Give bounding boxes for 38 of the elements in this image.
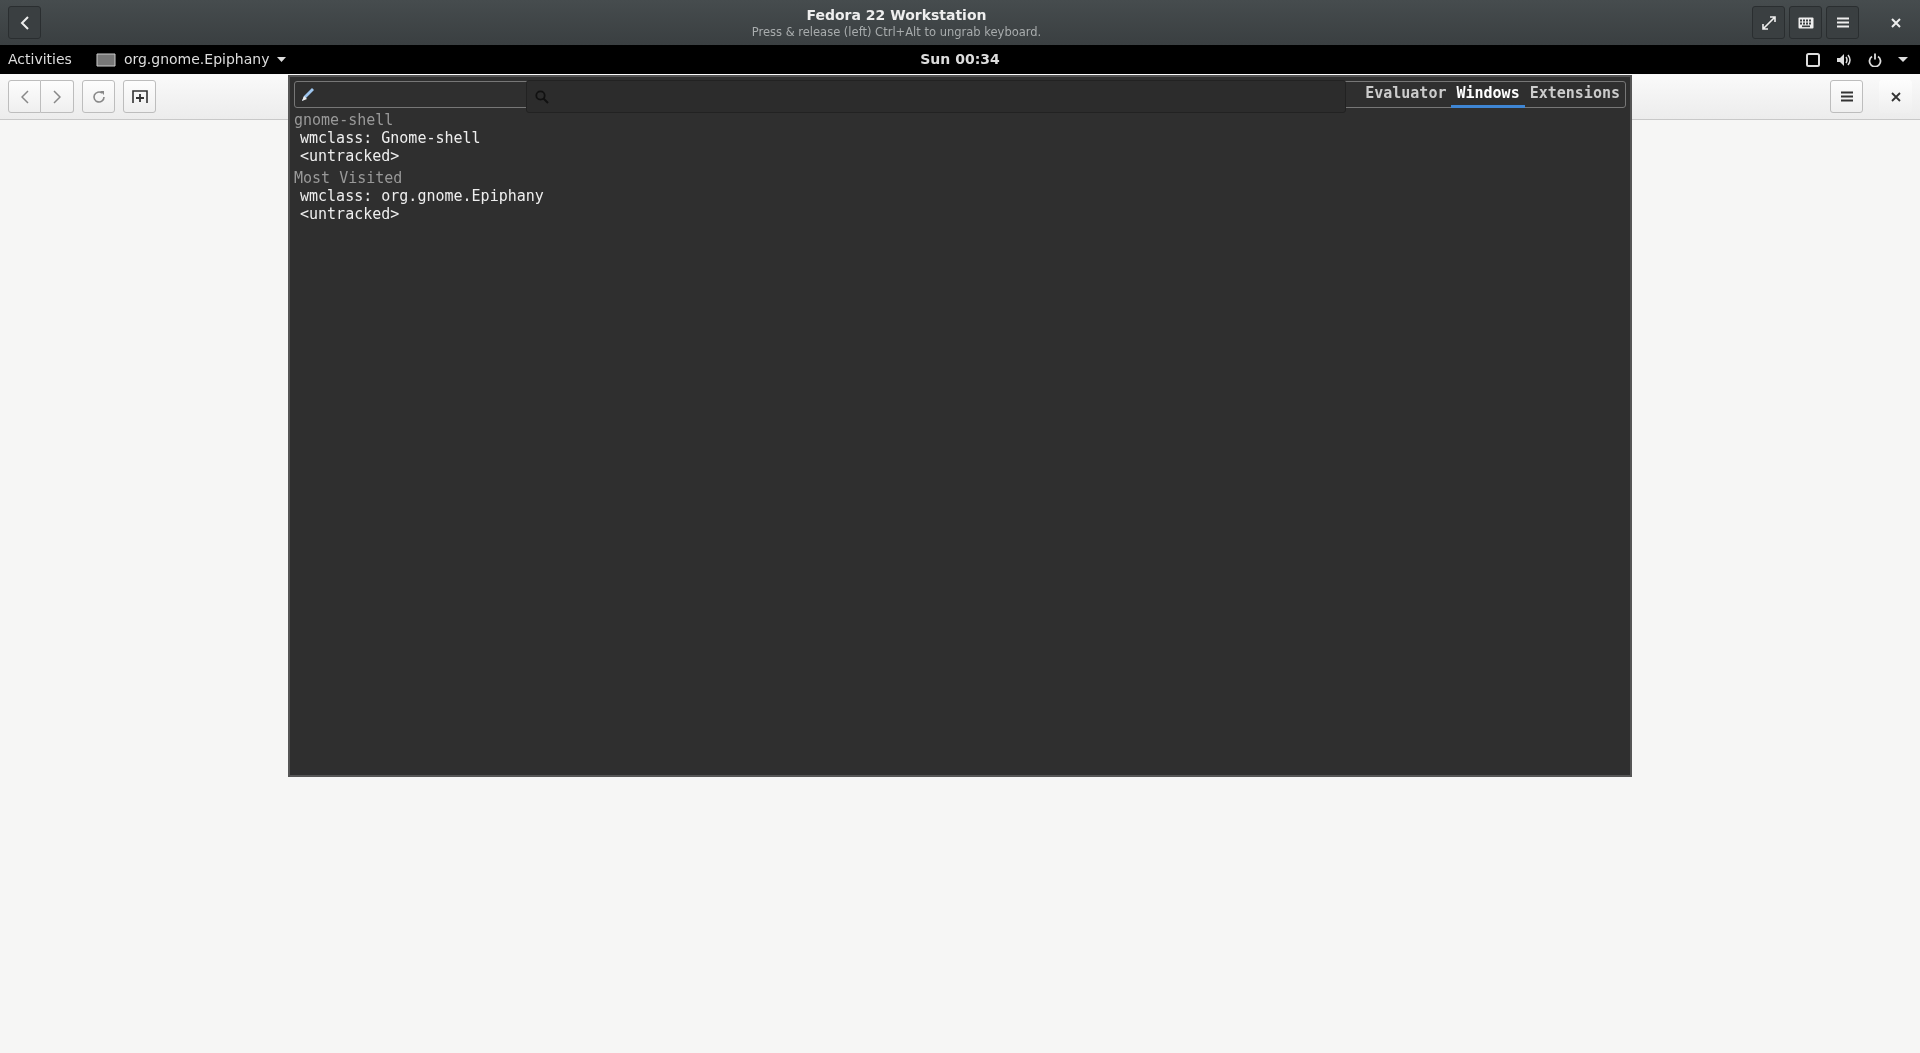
app-menu[interactable]: org.gnome.Epiphany bbox=[95, 49, 287, 70]
close-icon bbox=[1890, 17, 1901, 28]
wmclass-text: wmclass: Gnome-shell bbox=[299, 129, 482, 147]
window-icon bbox=[95, 52, 116, 67]
close-icon bbox=[1890, 91, 1901, 102]
window-icon bbox=[1806, 52, 1820, 67]
keyboard-icon bbox=[1797, 16, 1814, 29]
app-text[interactable]: <untracked> bbox=[294, 147, 1626, 165]
fullscreen-button[interactable] bbox=[1752, 6, 1785, 39]
menu-button[interactable] bbox=[1830, 80, 1863, 113]
volume-icon bbox=[1836, 52, 1852, 67]
search-icon bbox=[535, 89, 549, 104]
keyboard-button[interactable] bbox=[1789, 6, 1822, 39]
window-subtitle: Press & release (left) Ctrl+Alt to ungrab keyboard. bbox=[751, 23, 1042, 40]
menu-button[interactable] bbox=[1826, 6, 1859, 39]
window-title: Fedora 22 Workstation bbox=[806, 5, 987, 24]
back-button[interactable] bbox=[8, 6, 41, 39]
dropdown-arrow-icon bbox=[277, 57, 287, 62]
expand-icon bbox=[1761, 15, 1776, 30]
clock[interactable]: Sun 00:34 bbox=[920, 49, 1000, 70]
tab[interactable]: Evaluator bbox=[1360, 81, 1452, 108]
reload-icon bbox=[91, 89, 106, 104]
tab[interactable]: Windows bbox=[1451, 81, 1525, 108]
pencil-icon bbox=[300, 86, 316, 103]
new-tab-icon bbox=[131, 89, 148, 104]
window-title[interactable]: Most Visited bbox=[294, 169, 1626, 187]
search-field[interactable] bbox=[526, 80, 1346, 113]
new-tab-button[interactable] bbox=[123, 80, 156, 113]
tab[interactable]: Extensions bbox=[1524, 81, 1625, 108]
menu-icon bbox=[1836, 17, 1849, 28]
dropdown-arrow-icon bbox=[1898, 57, 1908, 62]
menu-icon bbox=[1840, 91, 1853, 102]
app-text[interactable]: <untracked> bbox=[294, 205, 1626, 223]
activities-button[interactable]: Activities bbox=[8, 49, 72, 70]
reload-button[interactable] bbox=[82, 80, 115, 113]
wmclass-text: wmclass: org.gnome.Epiphany bbox=[299, 187, 545, 205]
power-icon bbox=[1868, 52, 1882, 67]
window-title[interactable]: gnome-shell bbox=[294, 111, 1626, 129]
